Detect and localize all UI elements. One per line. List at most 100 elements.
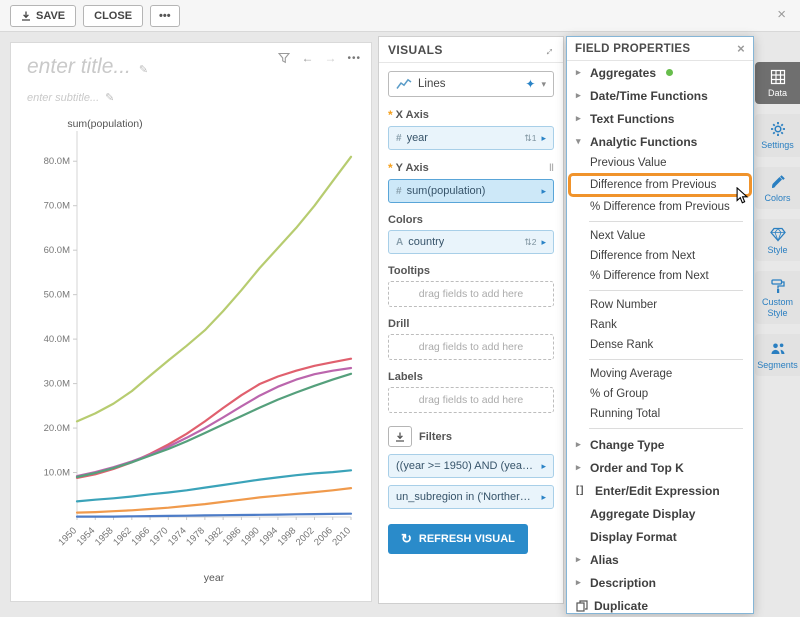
svg-text:60.0M: 60.0M <box>44 245 70 256</box>
field-menu-arrow-icon[interactable]: ▸ <box>541 186 546 197</box>
paintbrush-icon <box>770 174 786 190</box>
svg-text:10.0M: 10.0M <box>44 468 70 479</box>
data-grid-icon <box>770 69 786 85</box>
menu-item-next-value[interactable]: Next Value <box>567 226 753 246</box>
menu-item-difference-from-next[interactable]: Difference from Next <box>567 246 753 266</box>
swap-axes-icon[interactable]: ‖ <box>549 163 554 174</box>
menu-item-aggregate-display[interactable]: Aggregate Display <box>567 502 753 525</box>
menu-item-moving-average[interactable]: Moving Average <box>567 364 753 384</box>
history-forward-icon: → <box>324 51 336 65</box>
labels-dropzone[interactable]: drag fields to add here <box>388 387 554 413</box>
filter-funnel-icon[interactable] <box>278 52 290 64</box>
svg-text:1998: 1998 <box>276 525 299 548</box>
save-label: SAVE <box>36 10 65 22</box>
chevron-right-icon: ▸ <box>576 113 584 124</box>
field-pill-country[interactable]: A country ⇅2 ▸ <box>388 230 554 254</box>
refresh-visual-button[interactable]: ↻ REFRESH VISUAL <box>388 524 528 554</box>
filters-tray-button[interactable] <box>388 426 412 447</box>
menu-item-running-total[interactable]: Running Total <box>567 404 753 424</box>
y-axis-shelf-label: * Y Axis ‖ <box>388 161 554 175</box>
sidebar-tab-colors[interactable]: Colors <box>755 167 800 209</box>
svg-text:2006: 2006 <box>312 525 335 548</box>
menu-item-aggregates[interactable]: ▸ Aggregates <box>567 61 753 84</box>
svg-text:20.0M: 20.0M <box>44 423 70 434</box>
visuals-panel: VISUALS ↔ Lines ✦ ▾ * X Axis # year ⇅1 ▸… <box>378 36 564 604</box>
svg-text:1994: 1994 <box>257 525 280 548</box>
field-pill-sum-population[interactable]: # sum(population) ▸ <box>388 179 554 203</box>
menu-item-change-type[interactable]: ▸ Change Type <box>567 433 753 456</box>
chart-type-caret-icon[interactable]: ▾ <box>541 79 546 90</box>
sidebar-tab-segments[interactable]: Segments <box>755 334 800 376</box>
sidebar-tab-settings[interactable]: Settings <box>755 114 800 156</box>
people-icon <box>770 341 786 357</box>
sort-order-icon: ⇅1 <box>524 133 536 144</box>
menu-item-display-format[interactable]: Display Format <box>567 525 753 548</box>
sidebar-tab-data[interactable]: Data <box>755 62 800 104</box>
menu-item-text-functions[interactable]: ▸ Text Functions <box>567 107 753 130</box>
visuals-panel-header: VISUALS ↔ <box>379 37 563 63</box>
drill-dropzone[interactable]: drag fields to add here <box>388 334 554 360</box>
svg-text:2002: 2002 <box>294 525 317 548</box>
subtitle-placeholder[interactable]: enter subtitle... <box>27 92 99 104</box>
menu-divider <box>589 428 743 429</box>
field-properties-popover: FIELD PROPERTIES × ▸ Aggregates ▸ Date/T… <box>566 36 754 614</box>
menu-item-description[interactable]: ▸ Description <box>567 571 753 594</box>
title-placeholder[interactable]: enter title... <box>27 55 131 79</box>
more-options-button[interactable]: ••• <box>150 5 180 27</box>
menu-item-datetime-functions[interactable]: ▸ Date/Time Functions <box>567 84 753 107</box>
tooltips-dropzone[interactable]: drag fields to add here <box>388 281 554 307</box>
menu-item-analytic-functions[interactable]: ▾ Analytic Functions <box>567 130 753 153</box>
svg-text:1982: 1982 <box>203 525 226 548</box>
edit-title-icon[interactable]: ✎ <box>139 63 148 76</box>
sidebar-tab-custom-style[interactable]: Custom Style <box>755 271 800 324</box>
filter-pill-year-range[interactable]: ((year >= 1950) AND (year <= 2010)) ▸ <box>388 454 554 478</box>
expand-panel-icon[interactable]: ↔ <box>538 40 557 59</box>
svg-text:50.0M: 50.0M <box>44 290 70 301</box>
edit-subtitle-icon[interactable]: ✎ <box>105 91 114 104</box>
menu-item-pct-of-group[interactable]: % of Group <box>567 384 753 404</box>
menu-item-duplicate[interactable]: Duplicate <box>567 594 753 617</box>
labels-shelf-label: Labels <box>388 371 554 383</box>
filter-pill-subregion[interactable]: un_subregion in ('Northern Africa') ▸ <box>388 485 554 509</box>
svg-text:sum(population): sum(population) <box>67 118 142 130</box>
field-menu-arrow-icon[interactable]: ▸ <box>541 461 546 472</box>
svg-text:1974: 1974 <box>166 525 189 548</box>
menu-item-pct-difference-from-next[interactable]: % Difference from Next <box>567 266 753 286</box>
chevron-down-icon: ▾ <box>576 136 584 147</box>
close-button[interactable]: CLOSE <box>83 5 143 27</box>
canvas-toolbar: ← → ••• <box>278 51 361 65</box>
explore-visuals-icon[interactable]: ✦ <box>525 77 535 91</box>
gem-icon <box>770 226 786 242</box>
menu-item-dense-rank[interactable]: Dense Rank <box>567 335 753 355</box>
menu-item-enter-edit-expression[interactable]: [ ] Enter/Edit Expression <box>567 479 753 502</box>
tooltips-shelf-label: Tooltips <box>388 265 554 277</box>
field-pill-year[interactable]: # year ⇅1 ▸ <box>388 126 554 150</box>
menu-item-difference-from-previous[interactable]: Difference from Previous <box>568 173 752 197</box>
svg-text:30.0M: 30.0M <box>44 379 70 390</box>
svg-text:1970: 1970 <box>148 525 171 548</box>
save-button[interactable]: SAVE <box>10 5 76 27</box>
chart-type-selector[interactable]: Lines ✦ ▾ <box>388 71 554 97</box>
string-type-icon: A <box>396 237 403 248</box>
field-menu-arrow-icon[interactable]: ▸ <box>541 492 546 503</box>
menu-item-row-number[interactable]: Row Number <box>567 295 753 315</box>
menu-item-alias[interactable]: ▸ Alias <box>567 548 753 571</box>
canvas-more-icon[interactable]: ••• <box>347 53 361 64</box>
population-line-chart: 10.0M20.0M30.0M40.0M50.0M60.0M70.0M80.0M… <box>17 115 367 599</box>
history-back-icon[interactable]: ← <box>301 51 313 65</box>
tray-download-icon <box>395 432 405 442</box>
window-close-icon[interactable]: × <box>777 6 786 23</box>
field-menu-arrow-icon[interactable]: ▸ <box>541 133 546 144</box>
menu-divider <box>589 221 743 222</box>
chevron-right-icon: ▸ <box>576 554 584 565</box>
menu-item-order-and-top-k[interactable]: ▸ Order and Top K <box>567 456 753 479</box>
field-properties-title: FIELD PROPERTIES <box>575 43 690 55</box>
menu-divider <box>589 359 743 360</box>
field-menu-arrow-icon[interactable]: ▸ <box>541 237 546 248</box>
sidebar-tab-style[interactable]: Style <box>755 219 800 261</box>
menu-item-pct-difference-from-previous[interactable]: % Difference from Previous <box>567 197 753 217</box>
menu-item-previous-value[interactable]: Previous Value <box>567 153 753 173</box>
popover-close-icon[interactable]: × <box>737 41 745 56</box>
svg-text:40.0M: 40.0M <box>44 334 70 345</box>
menu-item-rank[interactable]: Rank <box>567 315 753 335</box>
